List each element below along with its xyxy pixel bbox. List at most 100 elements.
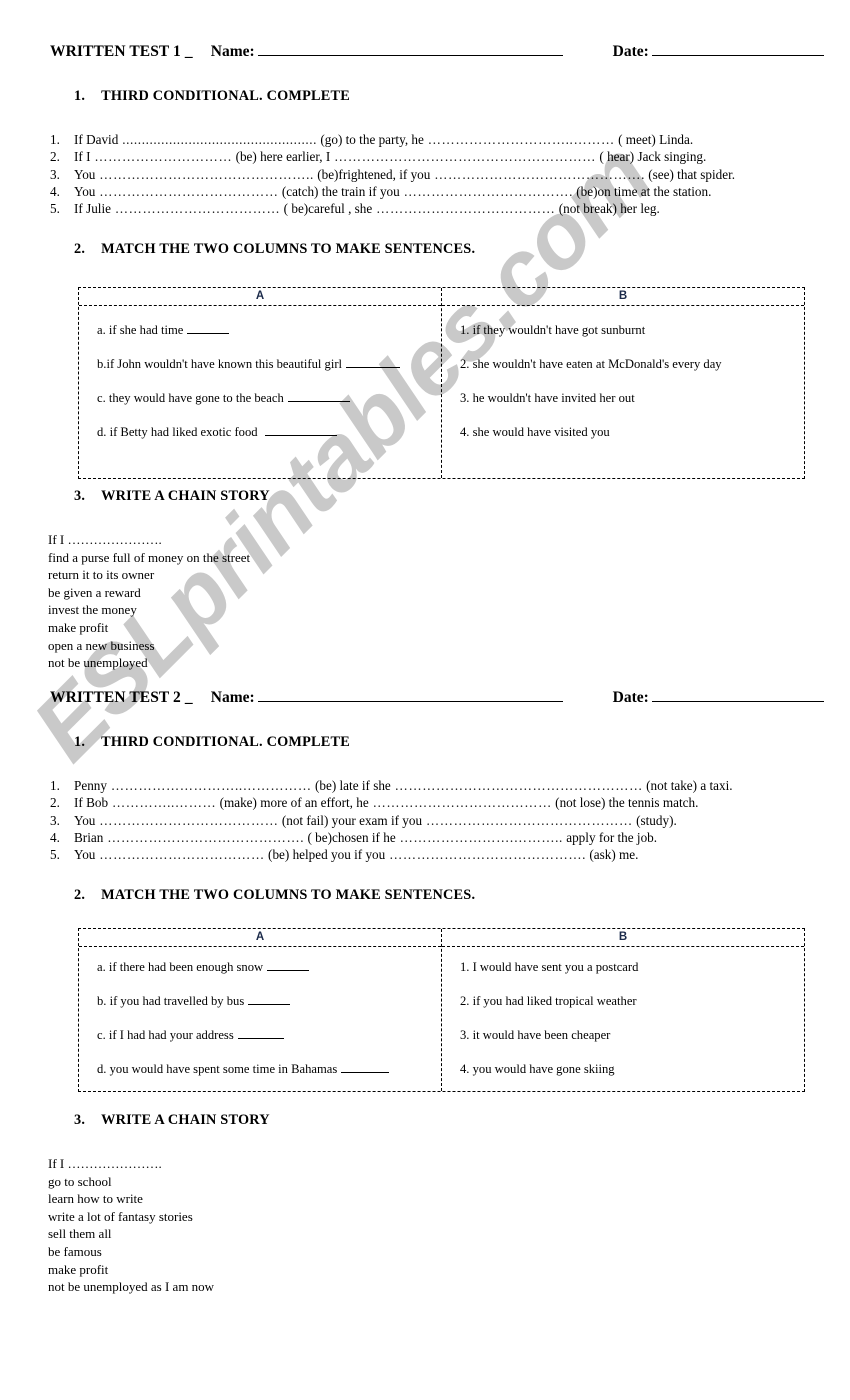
match-answer-blank[interactable] [248,993,291,1005]
match-item[interactable]: 3. he wouldn't have invited her out [460,390,804,406]
match-item[interactable]: c. they would have gone to the beach [97,390,441,406]
match-answer-blank[interactable] [264,424,337,436]
chain-story-line: go to school [48,1173,112,1189]
sentence-fragment: (not take) a taxi. [642,778,733,793]
answer-blank[interactable]: ……………………………… [95,847,264,862]
chain-story-line: find a purse full of money on the street [48,549,251,565]
test-1-name-input[interactable] [257,42,563,56]
match-item[interactable]: 4. she would have visited you [460,424,804,440]
match-item[interactable]: 2. if you had liked tropical weather [460,993,804,1009]
sentence-fragment: Penny [74,778,107,793]
section-heading-text: WRITE A CHAIN STORY [101,1112,270,1128]
worksheet-page: WRITTEN TEST 1 _ Name: Date: 1. THIRD CON… [0,0,850,1400]
match-item-text: 2. she wouldn't have eaten at McDonald's… [460,357,722,371]
section-number: 3. [74,488,86,504]
match-item-text: c. if I had had your address [97,1028,234,1042]
section-number: 2. [74,241,86,258]
answer-blank[interactable]: ………………………… [90,149,232,164]
match-item[interactable]: 1. I would have sent you a postcard [460,959,804,975]
match-item[interactable]: b. if you had travelled by bus [97,993,441,1009]
sentence-fragment: You [74,847,96,863]
sentence-fragment: If Bob [74,795,109,811]
chain-story-line: write a lot of fantasy stories [48,1208,193,1224]
item-number: 1. [50,778,60,793]
answer-blank[interactable]: ………………………………………. [430,167,645,182]
match-item[interactable]: d. if Betty had liked exotic food [97,424,441,440]
sentence-fragment: (be)frightened, if you [313,166,431,182]
answer-blank[interactable]: ………………………………… [369,795,552,810]
match-answer-blank[interactable] [287,390,350,402]
answer-blank[interactable]: ………………………………. [400,184,573,199]
answer-blank[interactable]: …………..……… [108,795,216,810]
test-2-name-label: Name: [210,689,255,706]
match-answer-blank[interactable] [187,322,230,334]
section-number: 1. [74,734,86,750]
fill-in-row: 4. Brian ……………………………………. ( be)chosen if h… [50,829,850,846]
answer-blank[interactable]: ……………………………………. [103,830,304,845]
fill-in-row: 5. You ……………………………… (be) helped you if yo… [50,846,850,863]
fill-in-row: 1. If David .............................… [50,131,850,148]
match-item-text: a. if there had been enough snow [97,960,264,974]
item-number: 2. [50,149,60,165]
fill-in-row: 4. You ………………………………… (catch) the train if… [50,183,850,200]
answer-blank[interactable]: ………………………..…………… [107,778,312,793]
match-item-text: d. you would have spent some time in Bah… [97,1062,338,1076]
answer-blank[interactable]: ……………………………………… [422,813,633,828]
chain-story-line: be famous [48,1243,102,1259]
answer-blank[interactable]: ………………………………… [372,201,555,216]
answer-blank[interactable]: ……………………………………………… [391,778,643,793]
match-answer-blank[interactable] [346,356,401,368]
answer-blank[interactable]: ……………………………………. [385,847,586,862]
fill-in-row: 2. If Bob …………..……… (make) more of an eff… [50,794,850,811]
match-item[interactable]: 1. if they wouldn't have got sunburnt [460,322,804,338]
column-a-items: a. if there had been enough snow b. if yo… [79,947,441,1095]
chain-story-line: invest the money [48,602,137,618]
match-answer-blank[interactable] [237,1027,284,1039]
sentence-fragment: (be) here earlier, I [232,149,331,165]
test-2-date-input[interactable] [651,688,824,702]
answer-blank[interactable]: ………………………………… [95,813,278,828]
match-answer-blank[interactable] [267,959,310,971]
sentence-fragment: Brian [74,829,104,845]
sentence-fragment: (not lose) the tennis match. [551,795,699,811]
match-answer-blank[interactable] [341,1061,390,1073]
match-item[interactable]: a. if she had time [97,322,441,338]
answer-blank[interactable]: ………………………………… [95,184,278,199]
answer-blank[interactable]: ........................................… [118,132,317,147]
test-2-fill-in-list: 1. Penny ………………………..…………… (be) late if sh… [0,777,850,863]
answer-blank[interactable]: ………………………………………………… [330,149,596,164]
match-item[interactable]: c. if I had had your address [97,1027,441,1043]
sentence-fragment: (not fail) your exam if you [278,812,423,828]
test-1-date-input[interactable] [651,42,824,56]
sentence-fragment: (be) late if she [311,778,391,793]
match-item-text: 1. I would have sent you a postcard [460,960,639,974]
chain-story-line: return it to its owner [48,567,155,583]
section-number: 3. [74,1112,86,1128]
test-1-column-a: A a. if she had time b.if John wouldn't h… [79,288,442,478]
fill-in-row: 3. You ………………………………… (not fail) your exam… [50,812,850,829]
column-b-header: B [442,929,804,947]
test-2-title: WRITTEN TEST 2 _ [50,689,193,706]
match-item[interactable]: 2. she wouldn't have eaten at McDonald's… [460,356,804,372]
match-item[interactable]: a. if there had been enough snow [97,959,441,975]
match-item[interactable]: b.if John wouldn't have known this beaut… [97,356,441,372]
match-item-text: d. if Betty had liked exotic food [97,425,261,439]
sentence-fragment: apply for the job. [562,829,658,845]
match-item[interactable]: 4. you would have gone skiing [460,1061,804,1077]
section-heading-text: WRITE A CHAIN STORY [101,488,270,504]
test-1-title: WRITTEN TEST 1 _ [50,43,193,60]
answer-blank[interactable]: ……………………………………….. [95,167,314,182]
item-number: 3. [50,812,60,828]
chain-story-line: If I …………………. [48,1156,162,1171]
match-item[interactable]: d. you would have spent some time in Bah… [97,1061,441,1077]
test-2-matching-table: A a. if there had been enough snow b. if … [78,928,805,1092]
answer-blank[interactable]: …………………….……….. [396,830,563,845]
answer-blank[interactable]: ……………………………… [111,201,280,216]
test-1-fill-in-list: 1. If David .............................… [0,131,850,217]
answer-blank[interactable]: …………………………..……… [424,132,615,147]
match-item[interactable]: 3. it would have been cheaper [460,1027,804,1043]
column-b-header: B [442,288,804,306]
sentence-fragment: If Julie [74,201,111,217]
test-2-name-input[interactable] [257,688,563,702]
test-1-section-3-heading: 3. WRITE A CHAIN STORY [0,488,850,505]
